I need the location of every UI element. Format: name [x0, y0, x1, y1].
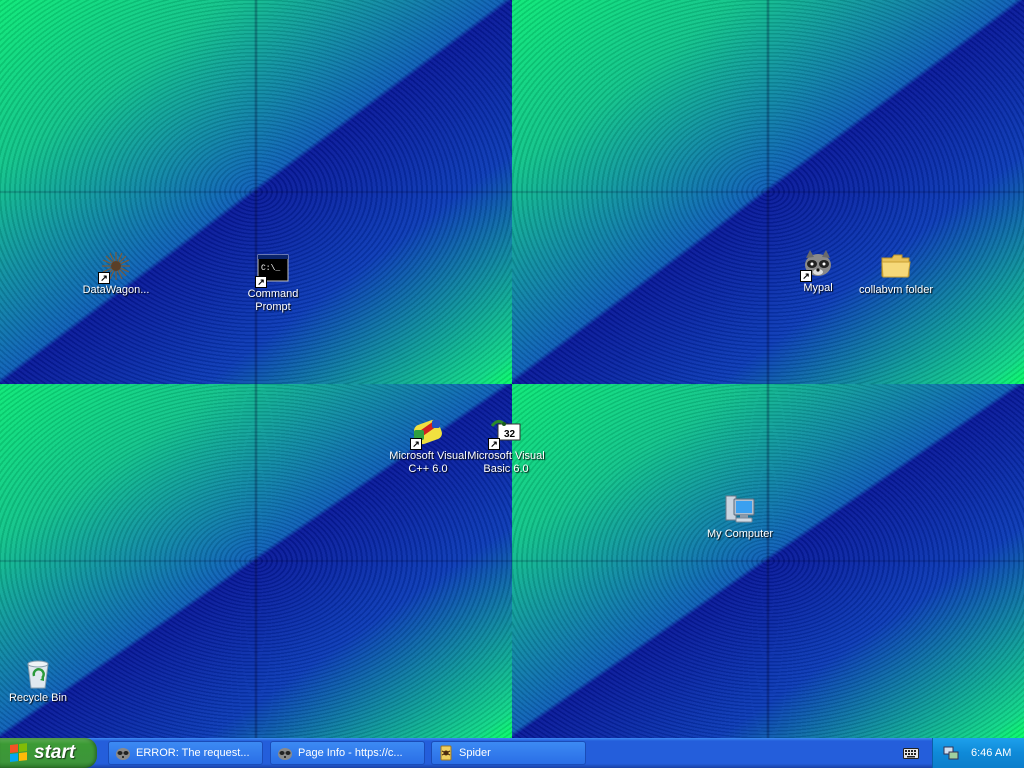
desktop-icon-visual-cpp[interactable]: ↗ Microsoft Visual C++ 6.0: [388, 416, 468, 476]
desktop-icon-recycle-bin[interactable]: Recycle Bin: [0, 658, 78, 705]
desktop-icon-label: Command Prompt: [247, 288, 299, 313]
shortcut-arrow-icon: ↗: [98, 272, 110, 284]
taskbar-button-error[interactable]: ERROR: The request...: [108, 741, 263, 765]
shortcut-arrow-icon: ↗: [800, 270, 812, 282]
task-label: ERROR: The request...: [136, 747, 250, 759]
raccoon-icon: ↗: [800, 248, 834, 282]
desktop-background: [0, 0, 1024, 738]
start-label: start: [34, 742, 76, 763]
start-button[interactable]: start: [0, 738, 97, 768]
desktop-icon-label: Microsoft Visual C++ 6.0: [389, 450, 467, 475]
folder-icon: [880, 250, 912, 282]
desktop-icon-label: My Computer: [706, 528, 774, 540]
shortcut-arrow-icon: ↗: [410, 438, 422, 450]
desktop-icon-label: Recycle Bin: [8, 692, 68, 704]
task-label: Page Info - https://c...: [298, 747, 403, 759]
network-icon[interactable]: [943, 745, 959, 761]
system-tray: 6:46 AM: [932, 738, 1024, 768]
raccoon-icon: [278, 748, 292, 760]
visual-basic-icon: 32 ↗: [488, 416, 522, 450]
recycle-bin-icon: [22, 658, 54, 690]
taskbar-button-page-info[interactable]: Page Info - https://c...: [270, 741, 425, 765]
desktop-icon-visual-basic[interactable]: 32 ↗ Microsoft Visual Basic 6.0: [466, 416, 546, 476]
shortcut-arrow-icon: ↗: [488, 438, 500, 450]
desktop-icon-command-prompt[interactable]: C:\_ ↗ Command Prompt: [233, 254, 313, 314]
wallpaper-tile: [0, 0, 512, 384]
task-label: Spider: [459, 747, 491, 759]
desktop-icon-label: Mypal: [803, 282, 833, 294]
raccoon-icon: [116, 748, 130, 760]
desktop-icon-my-computer[interactable]: My Computer: [700, 494, 780, 541]
desktop-icon-label: collabvm folder: [859, 284, 933, 296]
command-prompt-icon: C:\_ ↗: [255, 254, 289, 288]
shortcut-arrow-icon: ↗: [255, 276, 267, 288]
svg-text:C:\_: C:\_: [261, 264, 280, 273]
wallpaper-tile: [512, 384, 1024, 738]
wallpaper-tile: [512, 0, 1024, 384]
desktop-icon-collabvm-folder[interactable]: collabvm folder: [856, 250, 936, 297]
desktop-icon-datawagon[interactable]: ↗ DataWagon...: [76, 250, 156, 297]
visual-cpp-icon: ↗: [410, 416, 444, 450]
desktop-icon-label: DataWagon...: [82, 284, 150, 296]
keyboard-icon[interactable]: [903, 746, 919, 760]
svg-text:32: 32: [504, 429, 516, 440]
spider-solitaire-icon: [440, 745, 452, 761]
taskbar-button-spider[interactable]: Spider: [431, 741, 586, 765]
windows-logo-icon: [10, 743, 28, 763]
taskbar: start ERROR: The request... Page Info - …: [0, 738, 1024, 768]
datawagon-icon: ↗: [98, 250, 132, 284]
desktop-icon-mypal[interactable]: ↗ Mypal: [778, 248, 858, 295]
desktop-icon-label: Microsoft Visual Basic 6.0: [467, 450, 545, 475]
my-computer-icon: [724, 494, 756, 526]
clock[interactable]: 6:46 AM: [971, 747, 1011, 759]
